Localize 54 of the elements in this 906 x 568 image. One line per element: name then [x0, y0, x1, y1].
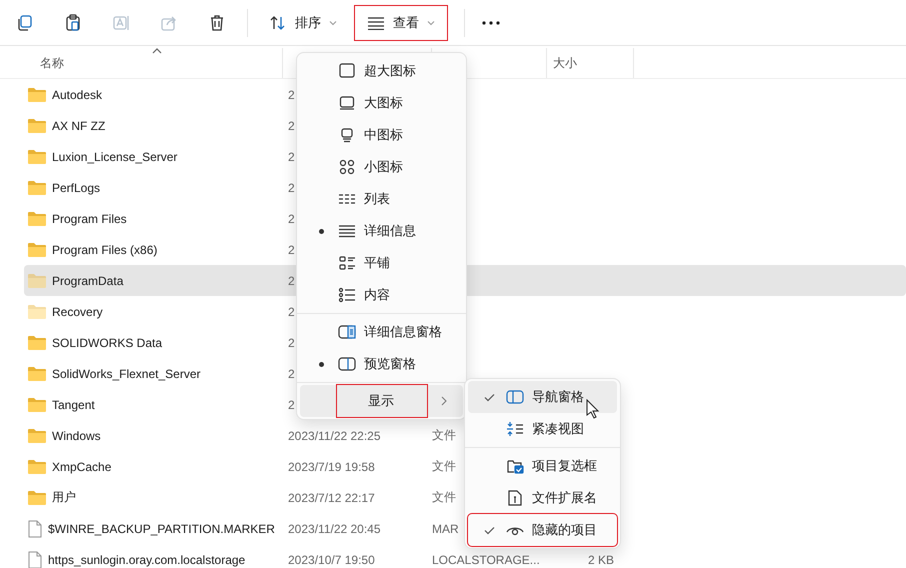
type-text: LOCALSTORAGE...: [432, 552, 540, 566]
date-text: 2: [288, 366, 295, 380]
type-text: 文件: [432, 490, 456, 504]
date-text: 2023/11/22 22:25: [288, 428, 381, 442]
date-text: 2: [288, 212, 295, 226]
file-name: SolidWorks_Flexnet_Server: [52, 366, 201, 380]
date-text: 2: [288, 274, 295, 288]
menu-item-label: 大图标: [364, 94, 403, 112]
date-text: 2: [288, 304, 295, 318]
menu-item-label: 项目复选框: [532, 457, 597, 475]
date-text: 2: [288, 150, 295, 164]
date-text: 2: [288, 336, 295, 350]
date-text: 2: [288, 88, 295, 102]
menu-item-label: 详细信息: [364, 222, 416, 240]
menu-item-label: 导航窗格: [532, 388, 584, 406]
menu-item-label: 平铺: [364, 254, 390, 272]
menu-item-label: 紧凑视图: [532, 420, 584, 438]
date-text: 2: [288, 118, 295, 132]
type-text: MAR: [432, 522, 459, 536]
date-text: 2023/7/12 22:17: [288, 490, 375, 504]
menu-item-label: 文件扩展名: [532, 489, 597, 507]
menu-item-label: 小图标: [364, 158, 403, 176]
date-text: 2023/7/19 19:58: [288, 460, 375, 474]
file-name: Windows: [52, 428, 101, 442]
menu-item-label: 中图标: [364, 126, 403, 144]
file-name: 用户: [52, 489, 76, 506]
menu-item-label: 详细信息窗格: [364, 323, 442, 341]
file-name: AX NF ZZ: [52, 118, 106, 132]
menu-item-label: 预览窗格: [364, 355, 416, 373]
file-name: Recovery: [52, 304, 103, 318]
date-text: 2: [288, 180, 295, 194]
file-name: ProgramData: [52, 274, 124, 288]
file-name: Tangent: [52, 398, 95, 412]
file-name: $WINRE_BACKUP_PARTITION.MARKER: [48, 522, 275, 536]
file-name: XmpCache: [52, 460, 112, 474]
file-name: Luxion_License_Server: [52, 150, 178, 164]
date-text: 2: [288, 398, 295, 412]
file-name: SOLIDWORKS Data: [52, 336, 162, 350]
menu-item-label: 隐藏的项目: [532, 521, 597, 539]
file-name: PerfLogs: [52, 180, 100, 194]
menu-item-label: 列表: [364, 190, 390, 208]
file-name: Program Files (x86): [52, 242, 158, 256]
menu-item-label: 超大图标: [364, 62, 416, 80]
menu-item-label: 显示: [368, 392, 394, 410]
date-text: 2023/11/22 20:45: [288, 522, 381, 536]
file-name: https_sunlogin.oray.com.localstorage: [48, 552, 246, 566]
date-text: 2: [288, 242, 295, 256]
type-text: 文件: [432, 459, 456, 473]
date-text: 2023/10/7 19:50: [288, 552, 375, 566]
size-text: 2 KB: [588, 552, 614, 566]
file-name: Program Files: [52, 212, 127, 226]
menu-item-label: 内容: [364, 286, 390, 304]
file-name: Autodesk: [52, 88, 102, 102]
type-text: 文件: [432, 428, 456, 442]
